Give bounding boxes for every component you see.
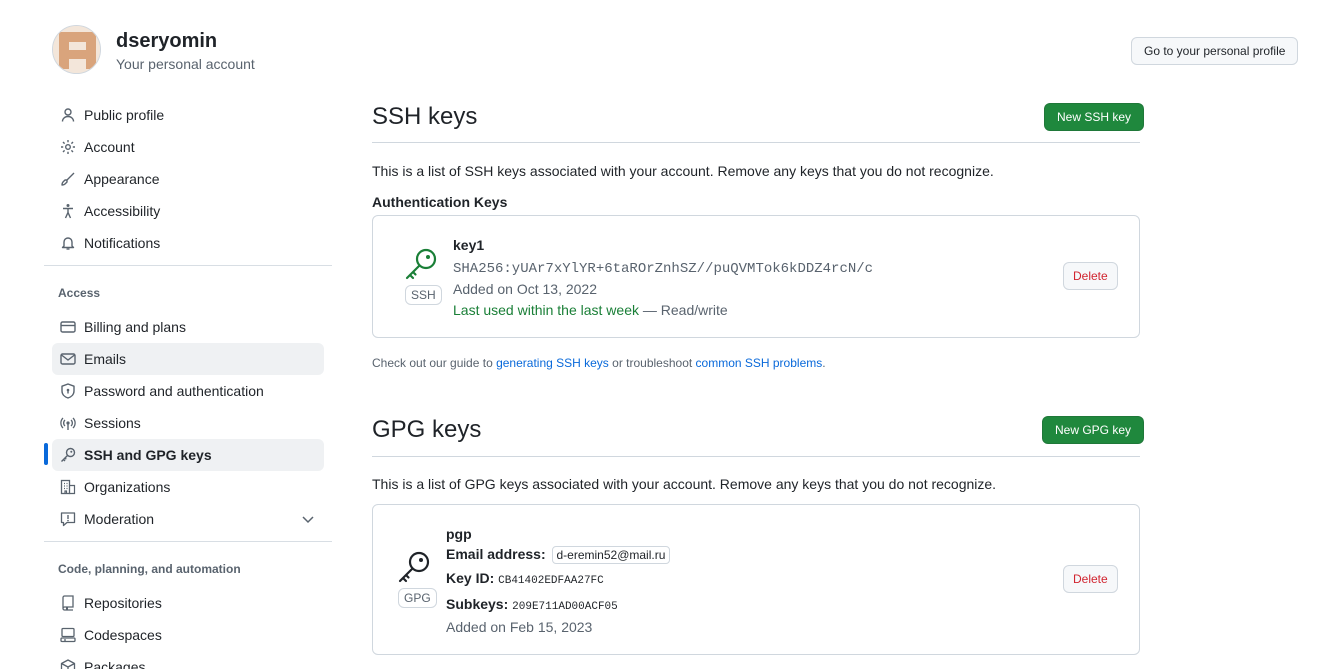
avatar[interactable] [52, 25, 101, 74]
guide-prefix: Check out our guide to [372, 356, 497, 370]
ssh-key-title: key1 [453, 237, 485, 253]
sidebar-item-label: Repositories [84, 595, 162, 611]
new-gpg-key-button[interactable]: New GPG key [1042, 416, 1145, 444]
gpg-description: This is a list of GPG keys associated wi… [372, 476, 997, 492]
package-icon [60, 659, 76, 669]
ssh-key-item: SSH key1 SHA256:yUAr7xYlYR+6taROrZnhSZ//… [372, 215, 1140, 338]
delete-gpg-key-button[interactable]: Delete [1063, 565, 1118, 593]
key-icon [61, 447, 76, 462]
section-divider [372, 456, 1140, 457]
sidebar-item-public-profile[interactable]: Public profile [52, 99, 324, 131]
key-icon [405, 248, 437, 280]
keyid-label: Key ID: [446, 570, 495, 586]
subkeys-label: Subkeys: [446, 596, 509, 612]
sidebar-heading-access: Access [58, 286, 101, 300]
generating-ssh-keys-link[interactable]: generating SSH keys [496, 356, 609, 370]
sidebar-item-billing[interactable]: Billing and plans [52, 311, 324, 343]
sidebar-item-label: Sessions [84, 415, 141, 431]
ssh-badge: SSH [405, 285, 442, 305]
sidebar-item-label: Organizations [84, 479, 171, 495]
common-ssh-problems-link[interactable]: common SSH problems [696, 356, 823, 370]
email-chip: d-eremin52@mail.ru [551, 546, 671, 564]
sidebar-item-label: Notifications [84, 235, 161, 251]
sidebar-item-appearance[interactable]: Appearance [52, 163, 324, 195]
sidebar-item-label: Account [84, 139, 135, 155]
sidebar-item-label: Accessibility [84, 203, 161, 219]
organization-icon [60, 479, 76, 495]
ssh-key-added-date: Added on Oct 13, 2022 [453, 281, 597, 297]
sidebar-item-moderation[interactable]: Moderation [52, 503, 324, 535]
gpg-key-title: pgp [446, 526, 472, 542]
report-icon [60, 512, 76, 527]
sidebar-item-label: Password and authentication [84, 383, 264, 399]
sidebar-item-organizations[interactable]: Organizations [52, 471, 324, 503]
go-to-profile-button[interactable]: Go to your personal profile [1131, 37, 1299, 65]
codespaces-icon [60, 627, 76, 643]
gpg-subkeys-row: Subkeys: 209E711AD00ACF05 [446, 596, 618, 613]
sidebar-item-label: SSH and GPG keys [84, 447, 212, 463]
ssh-keys-title: SSH keys [372, 103, 478, 130]
gpg-badge: GPG [398, 588, 437, 608]
mail-icon [60, 353, 76, 365]
email-label: Email address: [446, 546, 546, 562]
user-name[interactable]: dseryomin [116, 30, 217, 53]
sidebar-item-codespaces[interactable]: Codespaces [52, 619, 324, 651]
paintbrush-icon [61, 172, 75, 186]
sidebar-item-emails[interactable]: Emails [52, 343, 324, 375]
sidebar-item-sessions[interactable]: Sessions [52, 407, 324, 439]
key-icon [398, 551, 430, 583]
sidebar-item-notifications[interactable]: Notifications [52, 227, 324, 259]
chevron-down-icon[interactable] [301, 512, 315, 526]
gpg-email-row: Email address: d-eremin52@mail.ru [446, 546, 671, 564]
selected-indicator [44, 443, 48, 465]
subkeys-value: 209E711AD00ACF05 [512, 601, 618, 613]
sidebar-item-label: Public profile [84, 107, 165, 123]
new-ssh-key-button[interactable]: New SSH key [1044, 103, 1145, 131]
guide-middle: or troubleshoot [608, 356, 696, 370]
gpg-key-item: GPG pgp Email address: d-eremin52@mail.r… [372, 504, 1140, 655]
broadcast-icon [60, 417, 76, 430]
keyid-value: CB41402EDFAA27FC [498, 575, 604, 587]
sidebar-item-label: Billing and plans [84, 319, 186, 335]
gpg-keys-title: GPG keys [372, 416, 482, 443]
ssh-description: This is a list of SSH keys associated wi… [372, 163, 994, 179]
sidebar-item-label: Moderation [84, 511, 155, 527]
gear-icon [61, 140, 75, 154]
sidebar-item-password[interactable]: Password and authentication [52, 375, 324, 407]
guide-suffix: . [822, 356, 826, 370]
bell-icon [61, 237, 75, 250]
ssh-key-fingerprint: SHA256:yUAr7xYlYR+6taROrZnhSZ//puQVMTok6… [453, 261, 874, 277]
sidebar-item-label: Codespaces [84, 627, 162, 643]
sidebar-item-packages[interactable]: Packages [52, 651, 324, 669]
sidebar-item-label: Emails [84, 351, 127, 367]
accessibility-icon [63, 204, 73, 219]
sidebar-item-label: Appearance [84, 171, 160, 187]
access-level-text: — Read/write [639, 302, 728, 318]
account-type-label: Your personal account [116, 56, 255, 72]
sidebar-item-account[interactable]: Account [52, 131, 324, 163]
repo-icon [62, 595, 74, 611]
sidebar-item-label: Packages [84, 659, 146, 669]
credit-card-icon [60, 321, 76, 333]
section-divider [372, 142, 1140, 143]
person-icon [61, 108, 75, 122]
sidebar-heading-code: Code, planning, and automation [58, 562, 241, 576]
authentication-keys-heading: Authentication Keys [372, 194, 508, 210]
ssh-guide-text: Check out our guide to generating SSH ke… [372, 356, 826, 370]
sidebar-item-accessibility[interactable]: Accessibility [52, 195, 324, 227]
shield-lock-icon [61, 383, 75, 399]
last-used-text: Last used within the last week [453, 302, 639, 318]
gpg-keyid-row: Key ID: CB41402EDFAA27FC [446, 570, 604, 587]
sidebar-item-ssh-gpg-keys[interactable]: SSH and GPG keys [52, 439, 324, 471]
sidebar-item-repositories[interactable]: Repositories [52, 587, 324, 619]
ssh-key-usage: Last used within the last week — Read/wr… [453, 302, 728, 318]
sidebar-divider [44, 541, 332, 542]
sidebar-divider [44, 265, 332, 266]
gpg-key-added-date: Added on Feb 15, 2023 [446, 619, 593, 635]
delete-ssh-key-button[interactable]: Delete [1063, 262, 1118, 290]
